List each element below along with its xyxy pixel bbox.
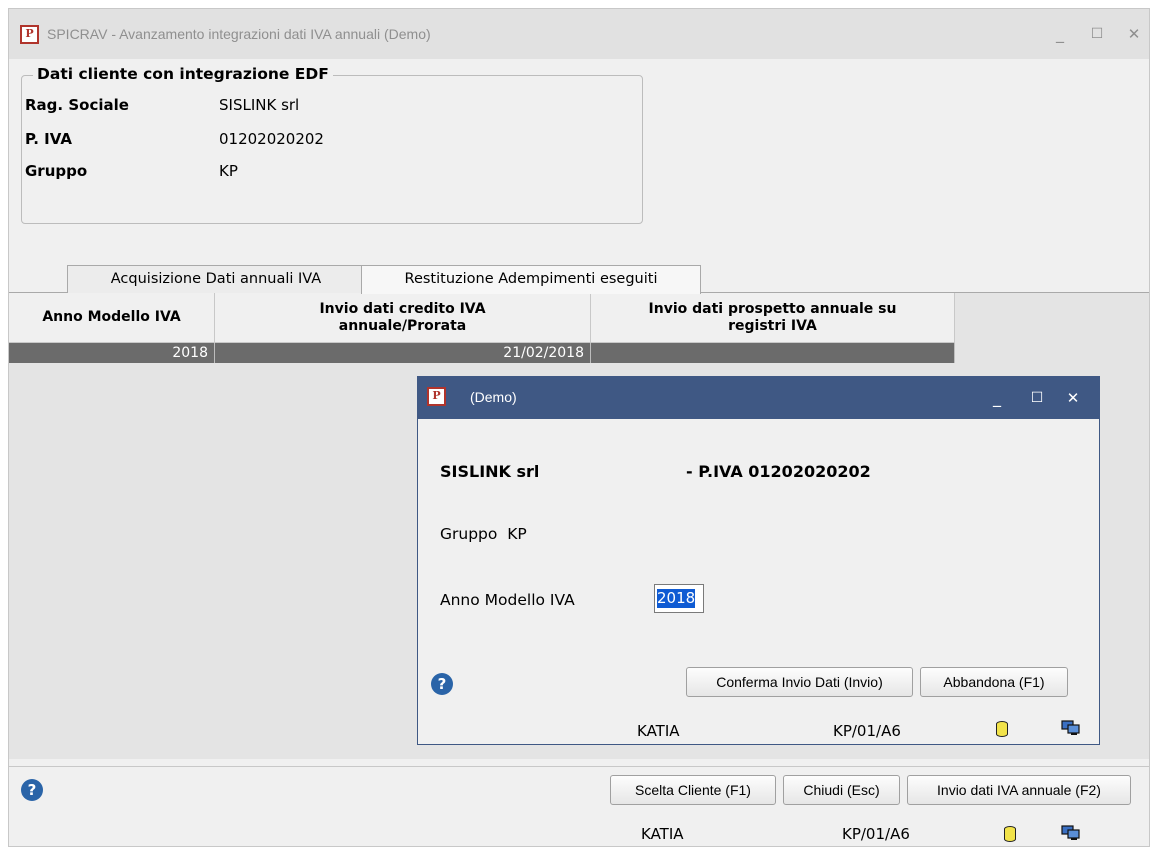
dialog-status-code: KP/01/A6	[833, 722, 901, 740]
dialog-app-logo-icon: P	[427, 387, 446, 406]
dialog-help-icon[interactable]: ?	[431, 673, 453, 695]
dialog-close-button[interactable]: ✕	[1059, 385, 1087, 411]
conferma-invio-button[interactable]: Conferma Invio Dati (Invio)	[686, 667, 913, 697]
chiudi-button[interactable]: Chiudi (Esc)	[783, 775, 900, 805]
column-header-prospetto[interactable]: Invio dati prospetto annuale su registri…	[591, 293, 955, 343]
title-bar: P SPICRAV - Avanzamento integrazioni dat…	[9, 9, 1149, 59]
footer-separator	[9, 766, 1149, 767]
status-user: KATIA	[641, 825, 684, 843]
dialog-status-user: KATIA	[637, 722, 680, 740]
column-header-anno[interactable]: Anno Modello IVA	[9, 293, 215, 343]
dialog-anno-label: Anno Modello IVA	[440, 591, 575, 609]
client-groupbox-legend: Dati cliente con integrazione EDF	[33, 65, 333, 83]
dialog-database-icon	[996, 721, 1008, 737]
dialog-minimize-button[interactable]: _	[983, 385, 1011, 411]
rag-sociale-label: Rag. Sociale	[25, 96, 129, 114]
piva-value: 01202020202	[219, 130, 324, 148]
dialog-title: (Demo)	[470, 389, 517, 405]
invio-dati-button[interactable]: Invio dati IVA annuale (F2)	[907, 775, 1131, 805]
dialog-maximize-button[interactable]: ☐	[1023, 385, 1051, 411]
piva-label: P. IVA	[25, 130, 72, 148]
rag-sociale-value: SISLINK srl	[219, 96, 300, 114]
database-icon	[1004, 826, 1016, 842]
abbandona-button[interactable]: Abbandona (F1)	[920, 667, 1068, 697]
app-logo-icon: P	[20, 25, 39, 44]
close-button[interactable]: ✕	[1119, 21, 1149, 47]
tab-restituzione[interactable]: Restituzione Adempimenti eseguiti	[361, 265, 701, 294]
gruppo-value: KP	[219, 162, 238, 180]
anno-modello-value: 2018	[657, 589, 696, 608]
cell-prospetto[interactable]	[591, 343, 955, 363]
network-computers-icon	[1061, 825, 1080, 840]
cell-anno[interactable]: 2018	[9, 343, 215, 363]
status-code: KP/01/A6	[842, 825, 910, 843]
help-icon[interactable]: ?	[21, 779, 43, 801]
minimize-button[interactable]: _	[1045, 21, 1075, 47]
anno-modello-input[interactable]: 2018	[654, 584, 704, 613]
dialog-client-name: SISLINK srl	[440, 462, 540, 481]
tab-acquisizione[interactable]: Acquisizione Dati annuali IVA	[67, 265, 365, 293]
invio-dialog: P (Demo) _ ☐ ✕ SISLINK srl - P.IVA 01202…	[417, 376, 1100, 745]
scelta-cliente-button[interactable]: Scelta Cliente (F1)	[610, 775, 776, 805]
column-header-credito[interactable]: Invio dati credito IVA annuale/Prorata	[215, 293, 591, 343]
dialog-gruppo: Gruppo KP	[440, 525, 527, 543]
gruppo-label: Gruppo	[25, 162, 88, 180]
dialog-title-bar: P (Demo) _ ☐ ✕	[418, 377, 1099, 419]
window-title: SPICRAV - Avanzamento integrazioni dati …	[47, 26, 431, 42]
dialog-piva: - P.IVA 01202020202	[686, 462, 871, 481]
dialog-network-computers-icon	[1061, 720, 1080, 735]
maximize-button[interactable]: ☐	[1082, 21, 1112, 47]
cell-credito[interactable]: 21/02/2018	[215, 343, 591, 363]
